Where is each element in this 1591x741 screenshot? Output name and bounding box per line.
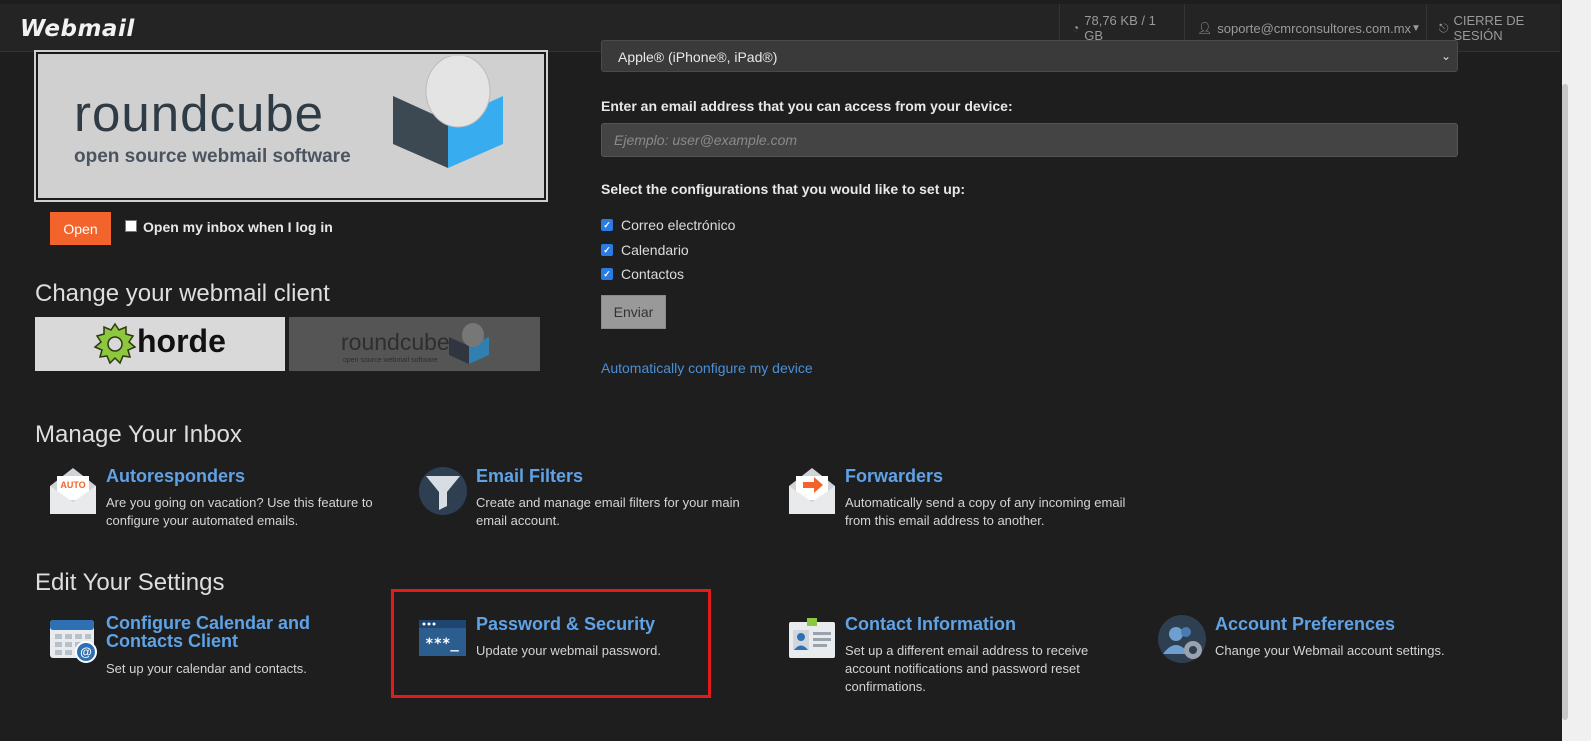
open-roundcube-button[interactable]: Open: [50, 212, 111, 245]
manage-inbox-heading: Manage Your Inbox: [35, 421, 242, 448]
device-selected-value: Apple® (iPhone®, iPad®): [618, 49, 778, 65]
feature-description: Set up your calendar and contacts.: [106, 661, 307, 676]
roundcube-tagline: open source webmail software: [74, 146, 351, 167]
open-inbox-label: Open my inbox when I log in: [143, 219, 333, 235]
feature-description: Set up a different email address to rece…: [845, 643, 1089, 694]
device-select[interactable]: Apple® (iPhone®, iPad®) ⌄: [601, 40, 1458, 72]
scrollbar-thumb[interactable]: [1562, 84, 1568, 720]
roundcube-wordmark: roundcube: [74, 85, 325, 142]
forward-envelope-icon: [789, 468, 835, 514]
feature-title[interactable]: Account Preferences: [1215, 614, 1395, 635]
edit-settings-heading: Edit Your Settings: [35, 569, 225, 596]
configs-label: Select the configurations that you would…: [601, 181, 966, 197]
feature-description: Create and manage email filters for your…: [476, 495, 740, 528]
feature-description: Change your Webmail account settings.: [1215, 643, 1445, 658]
auto-configure-link[interactable]: Automatically configure my device: [601, 360, 813, 376]
checkbox-checked-icon[interactable]: ✓: [601, 268, 613, 280]
calendar-icon: @: [50, 620, 97, 663]
roundcube-small-wordmark: roundcube: [341, 329, 450, 355]
funnel-icon: [419, 467, 467, 515]
auto-badge: AUTO: [60, 480, 85, 490]
horde-gear-icon: [93, 322, 137, 365]
feature-title[interactable]: Contact Information: [845, 614, 1016, 635]
config-option-calendar[interactable]: ✓ Calendario: [601, 242, 689, 258]
horde-client-tile[interactable]: horde: [35, 317, 285, 371]
roundcube-client-tile[interactable]: roundcube open source webmail software: [289, 317, 540, 371]
feature-title[interactable]: Configure Calendar and Contacts Client: [106, 614, 346, 650]
config-option-label: Contactos: [621, 266, 685, 282]
quota-text: 78,76 KB / 1 GB: [1084, 13, 1156, 43]
chevron-down-icon: ⌄: [1440, 49, 1451, 63]
checkbox-checked-icon[interactable]: ✓: [601, 244, 613, 256]
logout-icon: ⎋: [1439, 20, 1449, 35]
feature-title[interactable]: Email Filters: [476, 466, 583, 487]
feature-title[interactable]: Forwarders: [845, 466, 943, 487]
open-inbox-checkbox[interactable]: [125, 220, 137, 232]
caret-down-icon: ▼: [1411, 22, 1421, 34]
contact-card-icon: [789, 618, 835, 658]
roundcube-small-tagline: open source webmail software: [343, 357, 438, 364]
highlight-box: [391, 589, 711, 698]
user-email: soporte@cmrconsultores.com.mx: [1217, 20, 1412, 36]
config-option-email[interactable]: ✓ Correo electrónico: [601, 217, 735, 233]
checkbox-checked-icon[interactable]: ✓: [601, 219, 613, 231]
roundcube-logo-icon: [393, 56, 503, 168]
change-client-heading: Change your webmail client: [35, 280, 330, 307]
feature-title[interactable]: Autoresponders: [106, 466, 245, 487]
auto-envelope-icon: AUTO: [50, 468, 96, 514]
email-field-label: Enter an email address that you can acce…: [601, 98, 1013, 114]
email-address-input[interactable]: Ejemplo: user@example.com: [601, 123, 1458, 157]
user-gear-icon: [1158, 615, 1206, 663]
webmail-logo[interactable]: Webmail: [20, 16, 135, 42]
roundcube-small-logo-icon: [449, 323, 489, 364]
logout-label: CIERRE DE SESIÓN: [1453, 13, 1525, 43]
config-option-contacts[interactable]: ✓ Contactos: [601, 266, 684, 282]
email-placeholder: Ejemplo: user@example.com: [614, 132, 798, 148]
config-option-label: Calendario: [621, 242, 689, 258]
horde-wordmark: horde: [137, 323, 226, 359]
feature-description: Automatically send a copy of any incomin…: [845, 495, 1126, 528]
svg-text:@: @: [80, 645, 92, 659]
user-icon: 👤︎: [1197, 21, 1213, 35]
feature-description: Are you going on vacation? Use this feat…: [106, 495, 373, 528]
roundcube-client-card[interactable]: roundcube open source webmail software: [34, 50, 548, 202]
pie-chart-icon: ◔: [1072, 21, 1080, 35]
config-option-label: Correo electrónico: [621, 217, 736, 233]
send-button[interactable]: Enviar: [601, 295, 666, 329]
